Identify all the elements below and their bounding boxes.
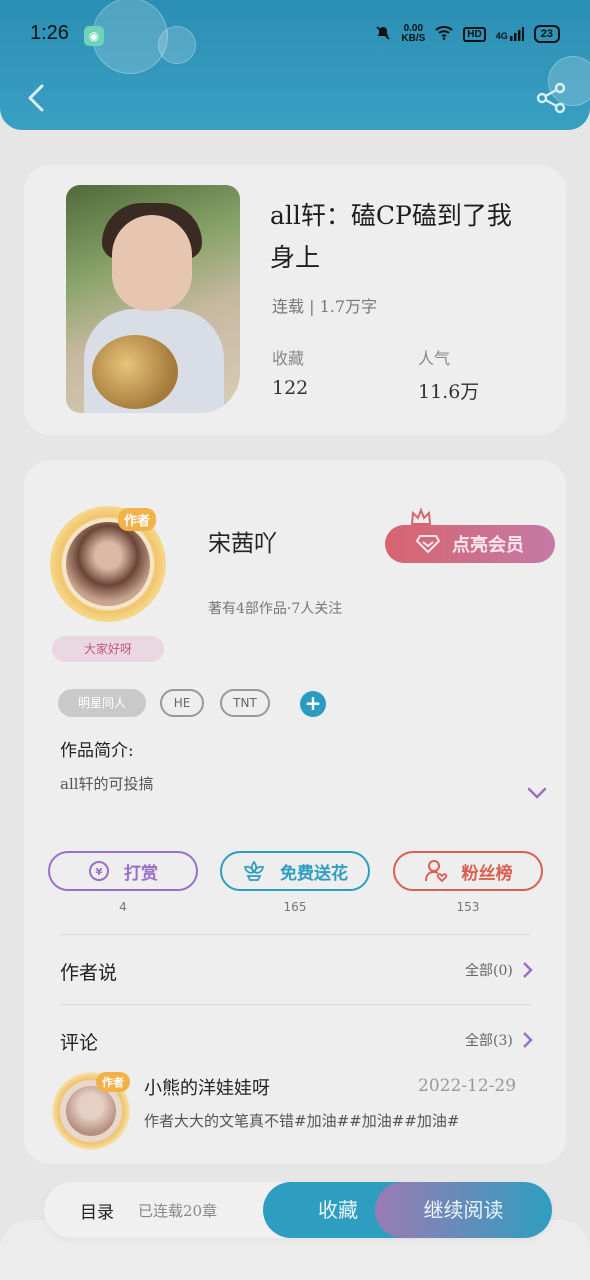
svg-text:¥: ¥ bbox=[96, 867, 103, 878]
popularity-label: 人气 bbox=[418, 349, 451, 368]
status-bar: 1:26 ◉ 0.00 KB/S HD 4G 23 bbox=[0, 0, 590, 70]
author-name[interactable]: 宋茜吖 bbox=[208, 524, 277, 558]
wifi-icon bbox=[435, 25, 453, 43]
fan-count: 153 bbox=[456, 900, 480, 914]
continue-reading-button[interactable]: 继续阅读 bbox=[375, 1182, 552, 1238]
book-title: all轩：磕CP磕到了我身上 bbox=[270, 201, 512, 272]
chevron-down-icon[interactable] bbox=[526, 786, 548, 800]
bottom-action-bar: 目录 已连载20章 收藏 继续阅读 bbox=[44, 1182, 552, 1238]
share-icon bbox=[536, 82, 566, 114]
author-avatar[interactable]: 作者 bbox=[50, 506, 166, 622]
comments-all-link[interactable]: 全部(3) bbox=[465, 1030, 533, 1050]
signal-label: 4G bbox=[495, 31, 508, 41]
net-speed: 0.00 KB/S bbox=[401, 24, 425, 44]
author-says-all-label: 全部(0) bbox=[465, 963, 513, 979]
divider bbox=[60, 1004, 530, 1005]
author-badge: 作者 bbox=[118, 508, 157, 531]
tag-chip[interactable]: HE bbox=[160, 689, 204, 717]
chapter-count: 已连载20章 bbox=[138, 1202, 218, 1220]
book-info-card: all轩：磕CP磕到了我身上 连载 | 1.7万字 收藏 122 人气 11.6… bbox=[24, 165, 566, 435]
popularity-value: 11.6万 bbox=[418, 381, 480, 403]
battery-indicator: 23 bbox=[533, 25, 560, 43]
back-button[interactable] bbox=[18, 78, 58, 118]
send-flower-button[interactable]: 免费送花 bbox=[220, 851, 370, 891]
toc-button[interactable]: 目录 bbox=[80, 1198, 114, 1223]
commenter-avatar[interactable]: 作者 bbox=[52, 1072, 130, 1150]
share-button[interactable] bbox=[534, 80, 570, 116]
signal-icon: 4G bbox=[496, 27, 524, 41]
author-says-all-link[interactable]: 全部(0) bbox=[465, 960, 533, 980]
cover-figure bbox=[112, 215, 192, 311]
tag-chip[interactable]: 明星同人 bbox=[58, 689, 146, 717]
mute-bell-icon bbox=[375, 25, 391, 44]
comment-text: 作者大大的文笔真不错#加油##加油##加油# bbox=[144, 1112, 460, 1130]
chevron-right-icon bbox=[522, 1032, 533, 1048]
hd-badge: HD bbox=[463, 26, 486, 42]
commenter-avatar-photo bbox=[66, 1086, 116, 1136]
intro-text: all轩的可投搞 bbox=[60, 775, 154, 793]
status-icons: 0.00 KB/S HD 4G 23 bbox=[375, 24, 560, 44]
flower-count: 165 bbox=[283, 900, 307, 914]
fan-ranking-button[interactable]: 粉丝榜 bbox=[393, 851, 543, 891]
flower-icon bbox=[243, 860, 265, 881]
chevron-right-icon bbox=[522, 962, 533, 978]
header-bar: 1:26 ◉ 0.00 KB/S HD 4G 23 bbox=[0, 0, 590, 130]
comments-all-label: 全部(3) bbox=[465, 1033, 513, 1049]
author-caption: 大家好呀 bbox=[52, 636, 164, 662]
intro-label: 作品简介: bbox=[60, 741, 134, 761]
chevron-left-icon bbox=[28, 84, 44, 112]
net-speed-unit: KB/S bbox=[401, 33, 426, 44]
fan-ranking-label: 粉丝榜 bbox=[461, 863, 513, 884]
vip-button-label: 点亮会员 bbox=[452, 535, 524, 556]
tip-button-label: 打赏 bbox=[124, 863, 158, 884]
author-says-label: 作者说 bbox=[60, 962, 118, 984]
comment-date: 2022-12-29 bbox=[418, 1076, 517, 1096]
author-avatar-photo bbox=[66, 522, 150, 606]
comments-label: 评论 bbox=[60, 1032, 99, 1054]
book-cover-image[interactable] bbox=[66, 185, 240, 413]
diamond-icon bbox=[416, 535, 440, 554]
tip-count: 4 bbox=[119, 900, 127, 914]
author-summary: 著有4部作品·7人关注 bbox=[208, 601, 343, 617]
tip-button[interactable]: ¥ 打赏 bbox=[48, 851, 198, 891]
book-status-wordcount: 连载 | 1.7万字 bbox=[272, 297, 378, 316]
comment-username[interactable]: 小熊的洋娃娃呀 bbox=[144, 1074, 270, 1100]
commenter-badge: 作者 bbox=[96, 1072, 130, 1092]
divider bbox=[60, 934, 530, 935]
crown-icon bbox=[410, 508, 432, 525]
user-heart-icon bbox=[424, 860, 447, 883]
collect-count-value: 122 bbox=[272, 377, 309, 399]
author-info-card: 作者 大家好呀 宋茜吖 著有4部作品·7人关注 点亮会员 明星同人 HE TNT… bbox=[24, 460, 566, 1164]
coin-icon: ¥ bbox=[89, 861, 109, 881]
add-tag-button[interactable]: + bbox=[300, 691, 326, 717]
status-time: 1:26 bbox=[30, 22, 69, 44]
vip-button[interactable]: 点亮会员 bbox=[385, 525, 555, 563]
tag-chip[interactable]: TNT bbox=[220, 689, 270, 717]
send-flower-label: 免费送花 bbox=[280, 863, 348, 884]
app-notification-icon: ◉ bbox=[84, 26, 104, 46]
cover-bouquet bbox=[92, 335, 178, 409]
collect-count-label: 收藏 bbox=[272, 349, 305, 368]
